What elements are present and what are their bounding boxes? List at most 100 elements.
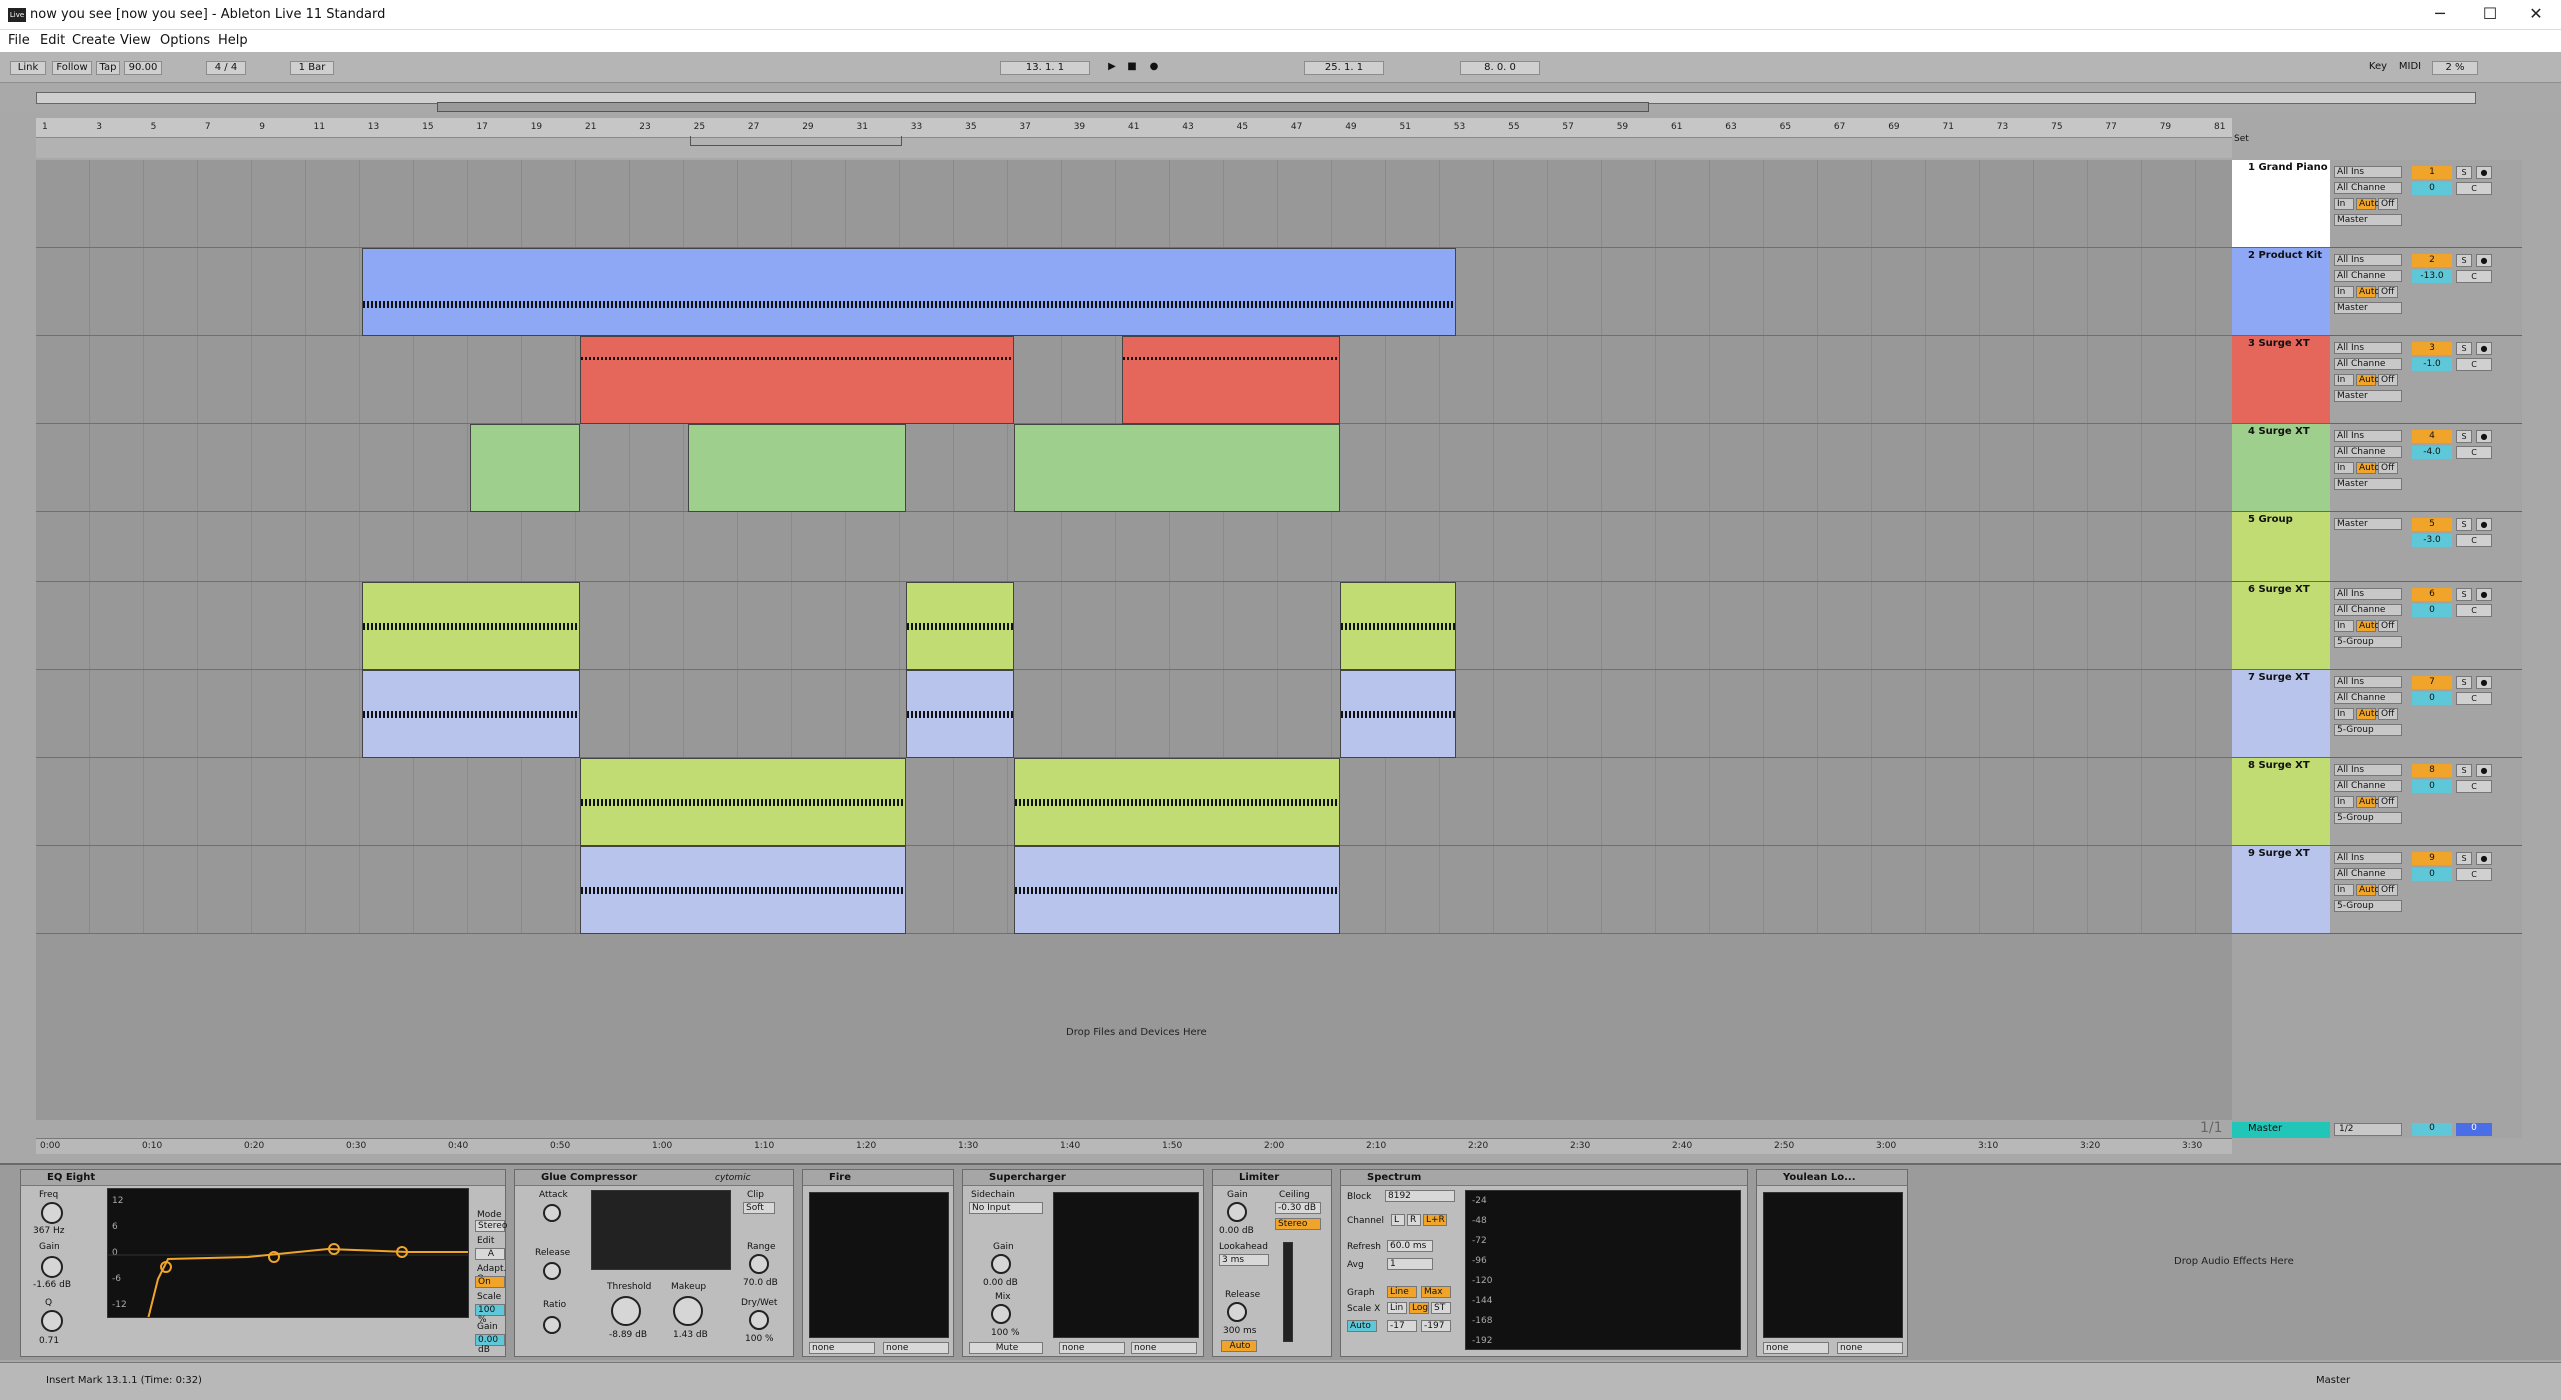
channel-right-toggle[interactable]: R xyxy=(1407,1214,1421,1226)
track-volume[interactable]: 0 xyxy=(2412,780,2452,793)
time-ruler[interactable]: 0:00 0:10 0:20 0:30 0:40 0:50 1:00 1:10 1:20 1:30… xyxy=(36,1138,2232,1154)
input-type-select[interactable]: Master xyxy=(2334,518,2402,530)
close-button[interactable]: ✕ xyxy=(2516,4,2556,26)
record-icon[interactable]: ● xyxy=(1146,61,1162,75)
maximize-button[interactable]: ☐ xyxy=(2470,4,2510,26)
follow-button[interactable]: Follow xyxy=(52,61,92,75)
output-select[interactable]: Master xyxy=(2334,214,2402,226)
monitor-toggle[interactable]: Off xyxy=(2378,374,2398,386)
channel-both-toggle[interactable]: L+R xyxy=(1423,1214,1447,1226)
avg-value[interactable]: 1 xyxy=(1387,1258,1433,1270)
monitor-toggle[interactable]: In xyxy=(2334,620,2354,632)
clip[interactable] xyxy=(1340,582,1456,670)
attack-knob[interactable] xyxy=(543,1204,561,1222)
arrangement-overview[interactable] xyxy=(0,84,2561,112)
monitor-toggle[interactable]: In xyxy=(2334,374,2354,386)
arm-icon[interactable]: ● xyxy=(2476,518,2492,531)
monitor-toggle[interactable]: Off xyxy=(2378,198,2398,210)
monitor-toggle[interactable]: Off xyxy=(2378,620,2398,632)
clip[interactable] xyxy=(580,336,1014,424)
menu-edit[interactable]: Edit xyxy=(40,33,65,48)
track-pan[interactable]: C xyxy=(2456,182,2492,195)
lane-surge-3[interactable] xyxy=(36,336,2232,424)
beat-ruler[interactable]: 1 3 5 7 9 11 13 15 17 19 21 23 25 27 29 31 33 35 37 39 41 43 4… xyxy=(36,118,2232,138)
mode-select[interactable]: Stereo xyxy=(475,1220,507,1232)
monitor-toggle[interactable]: Auto xyxy=(2356,884,2380,896)
track-activator[interactable]: 1 xyxy=(2412,166,2452,179)
input-channel-select[interactable]: All Channe xyxy=(2334,604,2402,616)
track-header[interactable]: 4 Surge XT All Ins All Channe In Auto Off Mast… xyxy=(2232,424,2522,512)
monitor-toggle[interactable]: Auto xyxy=(2356,796,2380,808)
monitor-toggle[interactable]: In xyxy=(2334,462,2354,474)
track-name[interactable]: 8 Surge XT xyxy=(2232,758,2330,845)
scalex-log-toggle[interactable]: Log xyxy=(1409,1302,1429,1314)
track-activator[interactable]: 4 xyxy=(2412,430,2452,443)
solo-button[interactable]: S xyxy=(2456,676,2472,689)
edit-toggle[interactable]: A xyxy=(475,1248,505,1260)
ratio-knob[interactable] xyxy=(543,1316,561,1334)
track-pan[interactable]: C xyxy=(2456,868,2492,881)
lane-group[interactable] xyxy=(36,512,2232,582)
track-activator[interactable]: 9 xyxy=(2412,852,2452,865)
track-name[interactable]: 7 Surge XT xyxy=(2232,670,2330,757)
clip-toggle[interactable]: Soft xyxy=(743,1202,775,1214)
sidechain-select[interactable]: none xyxy=(1059,1342,1125,1354)
scale-value[interactable]: 100 % xyxy=(475,1304,505,1325)
output-select[interactable]: Master xyxy=(2334,302,2402,314)
limiter-device[interactable]: Limiter Gain 0.00 dB Ceiling -0.30 dB St… xyxy=(1212,1169,1332,1357)
track-volume[interactable]: 0 xyxy=(2412,604,2452,617)
track-pan[interactable]: C xyxy=(2456,534,2492,547)
play-icon[interactable]: ▶ xyxy=(1104,61,1120,75)
master-cue[interactable]: 0 xyxy=(2456,1123,2492,1136)
track-header[interactable]: 9 Surge XT All Ins All Channe In Auto Off 5-Gr… xyxy=(2232,846,2522,934)
lane-surge-4[interactable] xyxy=(36,424,2232,512)
clip[interactable] xyxy=(1014,846,1340,934)
solo-button[interactable]: S xyxy=(2456,518,2472,531)
track-pan[interactable]: C xyxy=(2456,270,2492,283)
channel-left-toggle[interactable]: L xyxy=(1391,1214,1405,1226)
plugin-display[interactable] xyxy=(1763,1192,1903,1338)
track-name[interactable]: 2 Product Kit xyxy=(2232,248,2330,335)
menu-help[interactable]: Help xyxy=(218,33,248,48)
menu-create[interactable]: Create xyxy=(72,33,115,48)
gain-knob[interactable] xyxy=(41,1256,63,1278)
monitor-toggle[interactable]: Off xyxy=(2378,796,2398,808)
block-select[interactable]: 8192 xyxy=(1385,1190,1455,1202)
input-channel-select[interactable]: All Channe xyxy=(2334,446,2402,458)
loop-brace[interactable] xyxy=(690,136,902,146)
input-type-select[interactable]: All Ins xyxy=(2334,166,2402,178)
sidechain-select[interactable]: none xyxy=(883,1342,949,1354)
stereo-toggle[interactable]: Stereo xyxy=(1275,1218,1321,1230)
track-pan[interactable]: C xyxy=(2456,692,2492,705)
freq-knob[interactable] xyxy=(41,1202,63,1224)
output-select[interactable]: 5-Group xyxy=(2334,812,2402,824)
sidechain-select[interactable]: none xyxy=(809,1342,875,1354)
track-activator[interactable]: 2 xyxy=(2412,254,2452,267)
input-channel-select[interactable]: All Channe xyxy=(2334,182,2402,194)
output-select[interactable]: 5-Group xyxy=(2334,724,2402,736)
clip[interactable] xyxy=(1340,670,1456,758)
lane-surge-9[interactable] xyxy=(36,846,2232,934)
outgain-value[interactable]: 0.00 dB xyxy=(475,1334,505,1355)
link-button[interactable]: Link xyxy=(10,61,46,75)
arm-icon[interactable]: ● xyxy=(2476,764,2492,777)
monitor-toggle[interactable]: Off xyxy=(2378,884,2398,896)
track-pan[interactable]: C xyxy=(2456,446,2492,459)
solo-button[interactable]: S xyxy=(2456,254,2472,267)
range-max-value[interactable]: -17 xyxy=(1387,1320,1417,1332)
input-channel-select[interactable]: All Channe xyxy=(2334,868,2402,880)
threshold-knob[interactable] xyxy=(611,1296,641,1326)
input-channel-select[interactable]: All Channe xyxy=(2334,270,2402,282)
arm-icon[interactable]: ● xyxy=(2476,852,2492,865)
track-pan[interactable]: C xyxy=(2456,358,2492,371)
track-volume[interactable]: -4.0 xyxy=(2412,446,2452,459)
monitor-toggle[interactable]: Off xyxy=(2378,462,2398,474)
input-type-select[interactable]: All Ins xyxy=(2334,588,2402,600)
solo-button[interactable]: S xyxy=(2456,764,2472,777)
supercharger-device[interactable]: Supercharger Sidechain No Input Gain 0.0… xyxy=(962,1169,1204,1357)
output-select[interactable]: Master xyxy=(2334,390,2402,402)
midi-map-button[interactable]: MIDI xyxy=(2396,61,2424,75)
output-select[interactable]: 5-Group xyxy=(2334,636,2402,648)
input-type-select[interactable]: All Ins xyxy=(2334,430,2402,442)
minimize-button[interactable]: ─ xyxy=(2420,4,2460,26)
